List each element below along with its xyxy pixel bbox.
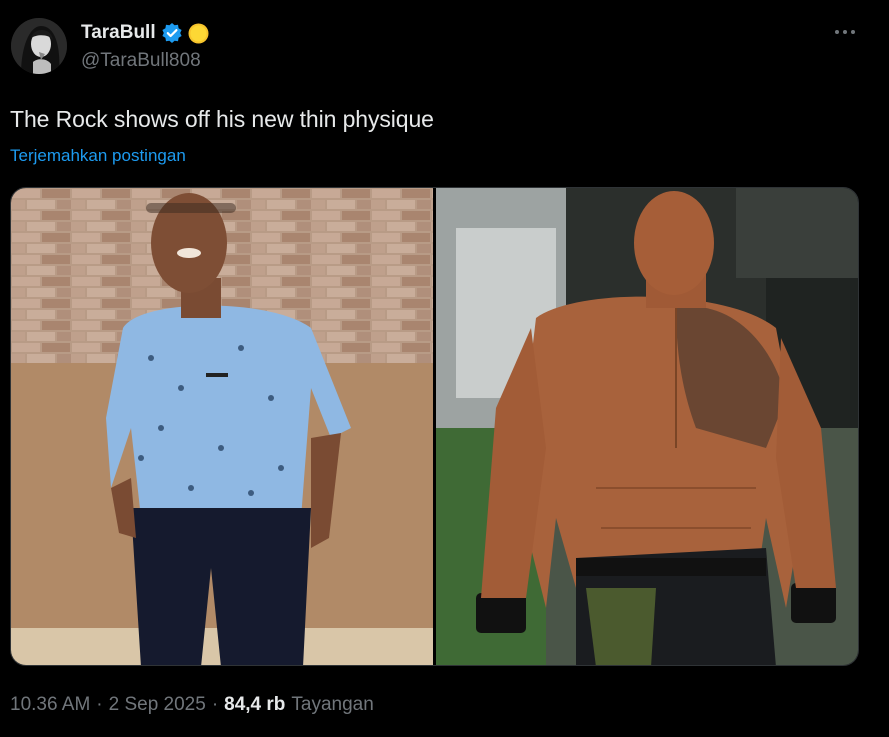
tweet-meta: 10.36 AM · 2 Sep 2025 · 84,4 rb Tayangan xyxy=(10,694,374,716)
verified-badge-icon[interactable] xyxy=(161,22,183,44)
more-horizontal-icon xyxy=(835,30,855,34)
more-options-button[interactable] xyxy=(831,22,859,42)
author-block: TaraBull @TaraBull808 xyxy=(81,20,209,72)
author-avatar[interactable] xyxy=(11,18,67,74)
tweet-photo-2[interactable] xyxy=(436,188,858,665)
views-count: 84,4 rb xyxy=(224,694,286,715)
tweet-time[interactable]: 10.36 AM xyxy=(10,694,90,716)
author-display-name[interactable]: TaraBull xyxy=(81,22,156,44)
yellow-circle-emoji-icon xyxy=(188,23,209,44)
author-handle[interactable]: @TaraBull808 xyxy=(81,50,209,72)
media-grid xyxy=(10,187,859,666)
tweet-photo-1[interactable] xyxy=(11,188,433,665)
tweet-text: The Rock shows off his new thin physique xyxy=(10,106,434,132)
views-label: Tayangan xyxy=(291,694,374,715)
tweet-date[interactable]: 2 Sep 2025 xyxy=(109,694,206,716)
author-name-row: TaraBull xyxy=(81,20,209,46)
meta-separator-2: · xyxy=(211,694,219,715)
meta-separator: · xyxy=(96,694,103,715)
tweet-container: TaraBull @TaraBull808 The Rock shows off… xyxy=(0,0,889,737)
translate-post-link[interactable]: Terjemahkan postingan xyxy=(10,146,186,166)
